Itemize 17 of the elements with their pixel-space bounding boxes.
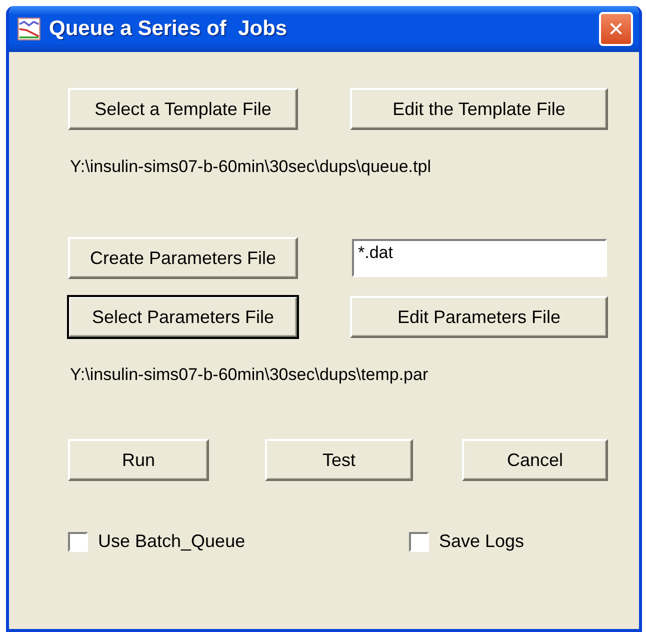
- checkbox-label: Save Logs: [439, 531, 524, 552]
- template-file-button[interactable]: Edit the Template File: [350, 88, 608, 130]
- parameters-file-button[interactable]: Select Parameters File: [68, 296, 298, 338]
- checkbox[interactable]: [409, 532, 429, 552]
- checkbox-label: Use Batch_Queue: [98, 531, 246, 552]
- window-title: Queue a Series of Jobs: [49, 17, 288, 41]
- template-path-text: Y:\insulin-sims07-b-60min\30sec\dups\queue.tpl: [70, 157, 432, 177]
- chart-icon: [17, 17, 41, 41]
- action-button[interactable]: Test: [265, 439, 413, 481]
- parameters-path-text: Y:\insulin-sims07-b-60min\30sec\dups\temp.par: [70, 365, 430, 385]
- pattern-input-field[interactable]: *.dat: [352, 239, 607, 277]
- parameters-file-button[interactable]: Edit Parameters File: [350, 296, 608, 338]
- template-file-button[interactable]: Select a Template File: [68, 88, 298, 130]
- create-parameters-button[interactable]: Create Parameters File: [68, 237, 298, 279]
- action-button[interactable]: Run: [68, 439, 209, 481]
- action-button[interactable]: Cancel: [462, 439, 608, 481]
- checkbox[interactable]: [68, 532, 88, 552]
